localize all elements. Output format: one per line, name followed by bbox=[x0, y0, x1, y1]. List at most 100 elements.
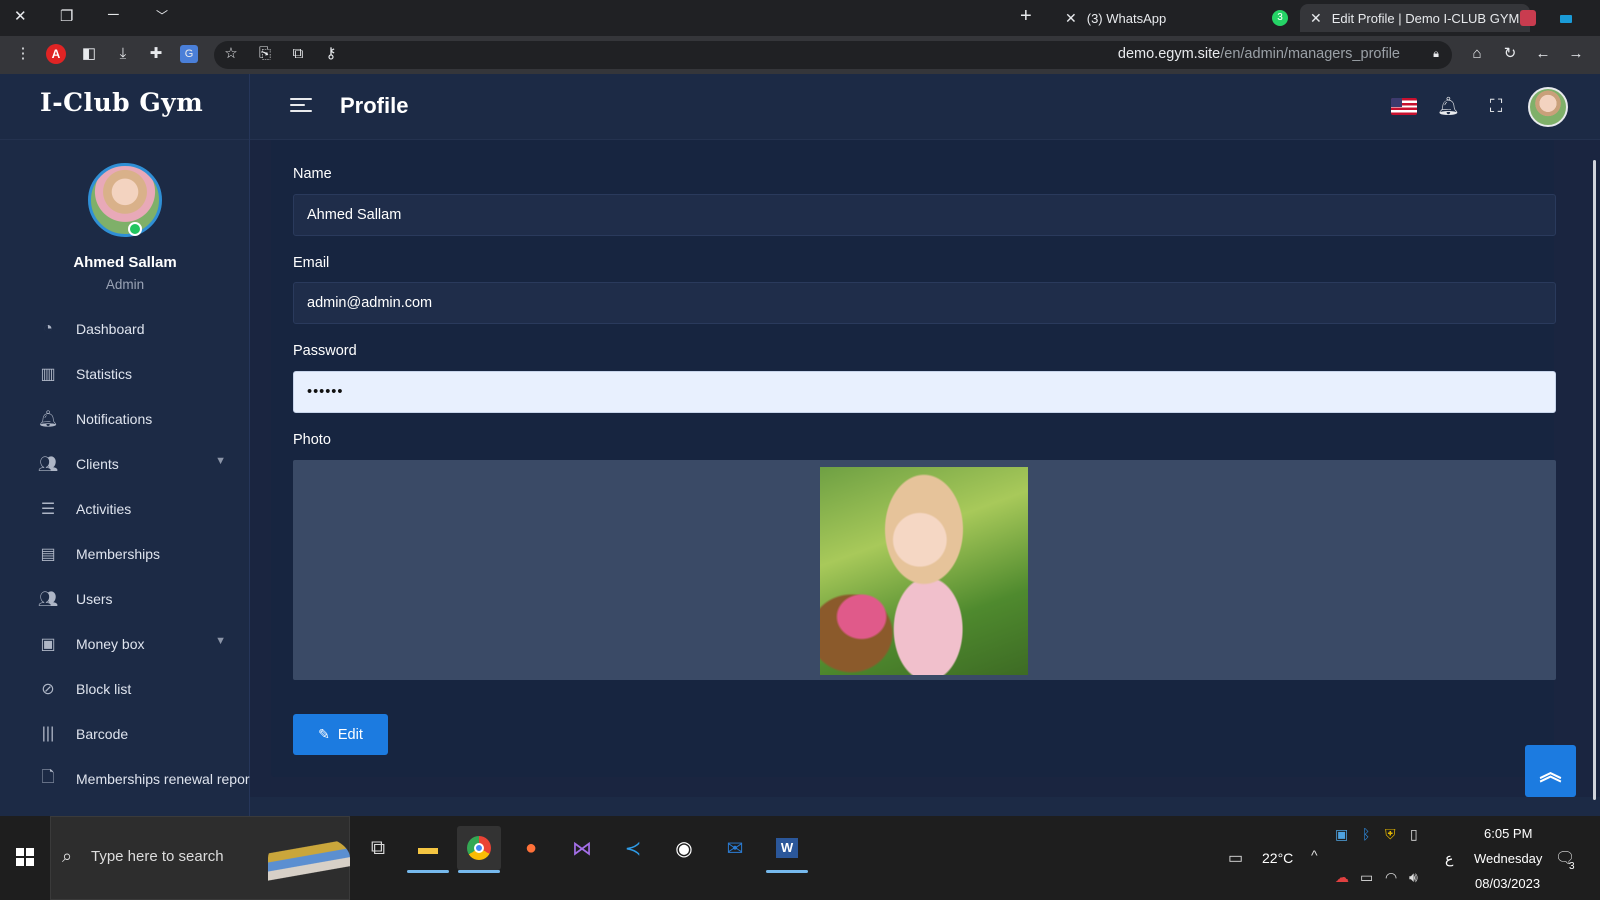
close-tab-icon[interactable]: ✕ bbox=[1065, 10, 1077, 27]
password-key-icon[interactable]: ⚷ bbox=[322, 45, 340, 63]
sidebar-panel-icon[interactable]: ◧ bbox=[80, 45, 98, 63]
clock-date[interactable]: 08/03/2023 bbox=[1475, 876, 1540, 891]
ban-icon: ⊘ bbox=[41, 681, 55, 698]
edit-icon: ✎ bbox=[318, 726, 330, 742]
device-icon[interactable]: ▯ bbox=[1410, 826, 1418, 843]
sidebar-user-name: Ahmed Sallam bbox=[73, 254, 177, 271]
search-icon: ⌕ bbox=[62, 846, 73, 866]
task-view-icon[interactable]: ⧉ bbox=[356, 826, 400, 870]
sidebar-item-memberships-renewal-report[interactable]: 🗋︎ Memberships renewal repor bbox=[36, 764, 250, 794]
extensions-icon[interactable]: ✚ bbox=[147, 45, 165, 63]
lock-icon[interactable]: 🔒︎ bbox=[1427, 45, 1445, 63]
share-icon[interactable]: ⎘ bbox=[256, 45, 274, 63]
minimize-window-icon[interactable]: ─ bbox=[108, 5, 119, 25]
download-icon[interactable]: ⤓ bbox=[114, 45, 132, 63]
sidebar-item-users[interactable]: 👥︎ Users bbox=[36, 584, 250, 614]
menu-dots-icon[interactable]: ⋮ bbox=[14, 45, 32, 63]
tab-list-chevron-icon[interactable]: ﹀ bbox=[156, 6, 168, 26]
search-highlight-art bbox=[268, 835, 350, 881]
sidebar-avatar bbox=[88, 163, 162, 237]
sidebar-item-block-list[interactable]: ⊘ Block list bbox=[36, 674, 250, 704]
sidebar-item-statistics[interactable]: ▥ Statistics bbox=[36, 359, 250, 389]
name-field[interactable] bbox=[293, 194, 1556, 236]
translate-page-icon[interactable]: ⧉ bbox=[289, 45, 307, 63]
windows-start-icon[interactable] bbox=[16, 848, 34, 866]
money-icon: ▣ bbox=[40, 636, 56, 653]
double-chevron-up-icon: ︽ bbox=[1539, 760, 1562, 785]
wifi-icon[interactable]: ◠ bbox=[1385, 869, 1397, 886]
file-icon: 🗋︎ bbox=[41, 768, 55, 786]
sidebar-item-dashboard[interactable]: ◔ Dashboard bbox=[36, 314, 250, 344]
sidebar-item-barcode[interactable]: ||| Barcode bbox=[36, 719, 250, 749]
chrome-indicator bbox=[458, 870, 500, 873]
photo-label: Photo bbox=[293, 432, 331, 448]
close-tab-icon[interactable]: ✕ bbox=[1310, 10, 1322, 27]
password-field[interactable]: •••••• bbox=[293, 371, 1556, 413]
scroll-to-top-button[interactable]: ︽ bbox=[1525, 745, 1576, 797]
adblock-icon[interactable]: A bbox=[46, 44, 66, 64]
fullscreen-icon[interactable]: ⛶ bbox=[1485, 96, 1507, 117]
firefox-icon[interactable]: ● bbox=[509, 826, 553, 870]
whatsapp-icon: 3 bbox=[1272, 10, 1288, 26]
onedrive-error-icon[interactable]: ☁ bbox=[1335, 869, 1349, 886]
bell-icon: 🔔︎ bbox=[37, 411, 59, 428]
edit-button[interactable]: ✎ Edit bbox=[293, 714, 388, 755]
email-label: Email bbox=[293, 255, 330, 271]
sidebar-item-notifications[interactable]: 🔔︎ Notifications bbox=[36, 404, 250, 434]
users-icon: 👥︎ bbox=[37, 456, 59, 473]
clock-time[interactable]: 6:05 PM bbox=[1484, 826, 1532, 841]
url-text[interactable]: demo.egym.site/en/admin/managers_profile bbox=[1118, 46, 1400, 62]
chrome-icon[interactable] bbox=[457, 826, 501, 870]
input-language[interactable]: ع bbox=[1445, 850, 1453, 867]
page-scrollbar[interactable] bbox=[1593, 160, 1596, 800]
weather-icon[interactable]: ▭ bbox=[1228, 848, 1243, 868]
app-icon[interactable]: ◉ bbox=[662, 826, 706, 870]
home-icon[interactable]: ⌂ bbox=[1468, 45, 1486, 63]
battery-icon[interactable]: ▭ bbox=[1360, 869, 1373, 886]
tab-edit-profile[interactable]: ✕ Edit Profile | Demo I-CLUB GYM bbox=[1300, 4, 1536, 32]
notification-count: 3 bbox=[1569, 861, 1575, 872]
volume-icon[interactable]: 🔊︎ bbox=[1409, 869, 1418, 886]
vscode-icon[interactable]: ≺ bbox=[611, 826, 655, 870]
new-tab-icon[interactable]: + bbox=[1020, 6, 1032, 26]
bookmark-star-icon[interactable]: ☆ bbox=[222, 45, 240, 63]
outlook-icon[interactable]: ✉ bbox=[713, 826, 757, 870]
password-label: Password bbox=[293, 343, 357, 359]
close-window-icon[interactable]: ✕ bbox=[14, 7, 27, 27]
back-icon[interactable]: ← bbox=[1534, 45, 1552, 63]
weather-temp[interactable]: 22°C bbox=[1262, 850, 1293, 866]
extension-icon[interactable] bbox=[1560, 15, 1572, 23]
email-field[interactable] bbox=[293, 282, 1556, 324]
visual-studio-icon[interactable]: ⋈ bbox=[560, 826, 604, 870]
forward-icon[interactable]: → bbox=[1567, 45, 1585, 63]
security-shield-icon[interactable]: ⛨ bbox=[1385, 826, 1396, 843]
tab-label: Edit Profile | Demo I-CLUB GYM bbox=[1331, 10, 1520, 26]
clock-day[interactable]: Wednesday bbox=[1474, 851, 1542, 866]
header-avatar[interactable] bbox=[1528, 87, 1568, 127]
bluetooth-icon[interactable]: ᛒ bbox=[1362, 826, 1370, 842]
reload-icon[interactable]: ↻ bbox=[1501, 45, 1519, 63]
sidebar-item-activities[interactable]: ☰ Activities bbox=[36, 494, 250, 524]
taskbar-search-placeholder: Type here to search bbox=[91, 848, 224, 865]
tray-app-icon[interactable]: ▣ bbox=[1335, 826, 1348, 843]
users-icon: 👥︎ bbox=[37, 591, 59, 608]
word-indicator bbox=[766, 870, 808, 873]
name-label: Name bbox=[293, 166, 332, 182]
page-footer bbox=[250, 797, 1600, 817]
word-icon[interactable]: W bbox=[765, 826, 809, 870]
bar-chart-icon: ▥ bbox=[40, 366, 56, 383]
bell-icon[interactable]: 🔔︎ bbox=[1437, 96, 1460, 117]
tab-whatsapp[interactable]: ✕ (3) WhatsApp 3 bbox=[1055, 4, 1288, 32]
us-flag-language-icon[interactable] bbox=[1391, 98, 1417, 115]
file-explorer-indicator bbox=[407, 870, 449, 873]
restore-window-icon[interactable]: ❐ bbox=[60, 7, 73, 27]
page-title: Profile bbox=[340, 93, 409, 118]
translate-icon[interactable]: G bbox=[180, 45, 198, 63]
hamburger-menu-icon[interactable] bbox=[290, 98, 312, 114]
sidebar-item-memberships[interactable]: ▤ Memberships bbox=[36, 539, 250, 569]
sidebar-item-clients[interactable]: 👥︎ Clients ▼ bbox=[36, 449, 250, 479]
file-explorer-icon[interactable]: ▬ bbox=[406, 826, 450, 870]
tray-expand-chevron-icon[interactable]: ^ bbox=[1311, 847, 1318, 863]
sidebar-item-money-box[interactable]: ▣ Money box ▼ bbox=[36, 629, 250, 659]
app-logo[interactable]: I-Club Gym bbox=[40, 88, 203, 117]
